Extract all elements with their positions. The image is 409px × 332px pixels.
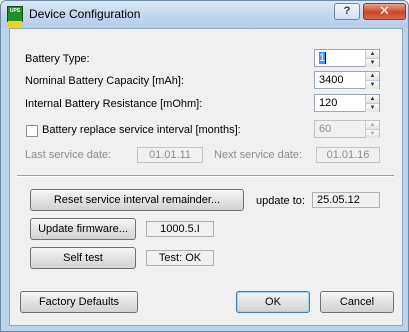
firmware-version-field: 1000.5.I	[146, 221, 214, 237]
update-to-field: 25.05.12	[312, 192, 380, 208]
spin-up-icon[interactable]: ▲	[365, 95, 379, 103]
update-firmware-button[interactable]: Update firmware...	[30, 218, 136, 240]
last-service-field: 01.01.11	[137, 147, 203, 163]
capacity-label: Nominal Battery Capacity [mAh]:	[25, 75, 184, 87]
ups-app-icon: UPS	[7, 6, 23, 27]
spin-down-icon[interactable]: ▼	[365, 103, 379, 112]
next-service-label: Next service date:	[214, 149, 303, 161]
resistance-value[interactable]: 120	[319, 97, 337, 109]
self-test-button[interactable]: Self test	[30, 247, 136, 269]
next-service-field: 01.01.16	[316, 147, 380, 163]
battery-type-spinner[interactable]: 1 ▲ ▼	[314, 49, 380, 67]
replace-interval-checkbox[interactable]	[26, 125, 38, 137]
dialog-window: UPS Device Configuration ? ✕ Battery Typ…	[0, 0, 409, 332]
resistance-spinner[interactable]: 120 ▲ ▼	[314, 94, 380, 112]
help-button[interactable]: ?	[334, 3, 360, 20]
separator	[17, 175, 394, 177]
replace-interval-spinner: 60 ▲ ▼	[314, 120, 380, 138]
close-button[interactable]: ✕	[363, 3, 406, 20]
help-icon: ?	[343, 5, 351, 17]
dialog-body: Battery Type: 1 ▲ ▼ Nominal Battery Capa…	[9, 28, 403, 326]
update-to-label: update to:	[256, 195, 305, 207]
title-bar[interactable]: UPS Device Configuration ? ✕	[1, 1, 408, 28]
app-icon-text: UPS	[9, 8, 21, 14]
spin-up-icon[interactable]: ▲	[365, 72, 379, 80]
text-caret	[325, 52, 327, 65]
replace-interval-label[interactable]: Battery replace service interval [months…	[42, 124, 241, 136]
capacity-spinner[interactable]: 3400 ▲ ▼	[314, 71, 380, 89]
capacity-value[interactable]: 3400	[319, 74, 343, 86]
close-icon: ✕	[379, 3, 390, 18]
reset-interval-button[interactable]: Reset service interval remainder...	[30, 189, 244, 211]
resistance-label: Internal Battery Resistance [mOhm]:	[25, 98, 203, 110]
app-icon-stripe	[8, 21, 22, 27]
spin-up-icon[interactable]: ▲	[365, 50, 379, 58]
spin-up-icon: ▲	[365, 121, 379, 129]
battery-type-value[interactable]: 1	[319, 52, 327, 65]
factory-defaults-button[interactable]: Factory Defaults	[20, 291, 138, 313]
battery-type-label: Battery Type:	[25, 53, 90, 65]
window-title: Device Configuration	[29, 7, 141, 21]
self-test-result-field: Test: OK	[146, 250, 214, 266]
last-service-label: Last service date:	[25, 149, 112, 161]
spin-down-icon[interactable]: ▼	[365, 58, 379, 67]
spin-down-icon: ▼	[365, 129, 379, 138]
spin-down-icon[interactable]: ▼	[365, 80, 379, 89]
ok-button[interactable]: OK	[236, 291, 310, 313]
replace-interval-value: 60	[319, 123, 332, 135]
cancel-button[interactable]: Cancel	[320, 291, 394, 313]
